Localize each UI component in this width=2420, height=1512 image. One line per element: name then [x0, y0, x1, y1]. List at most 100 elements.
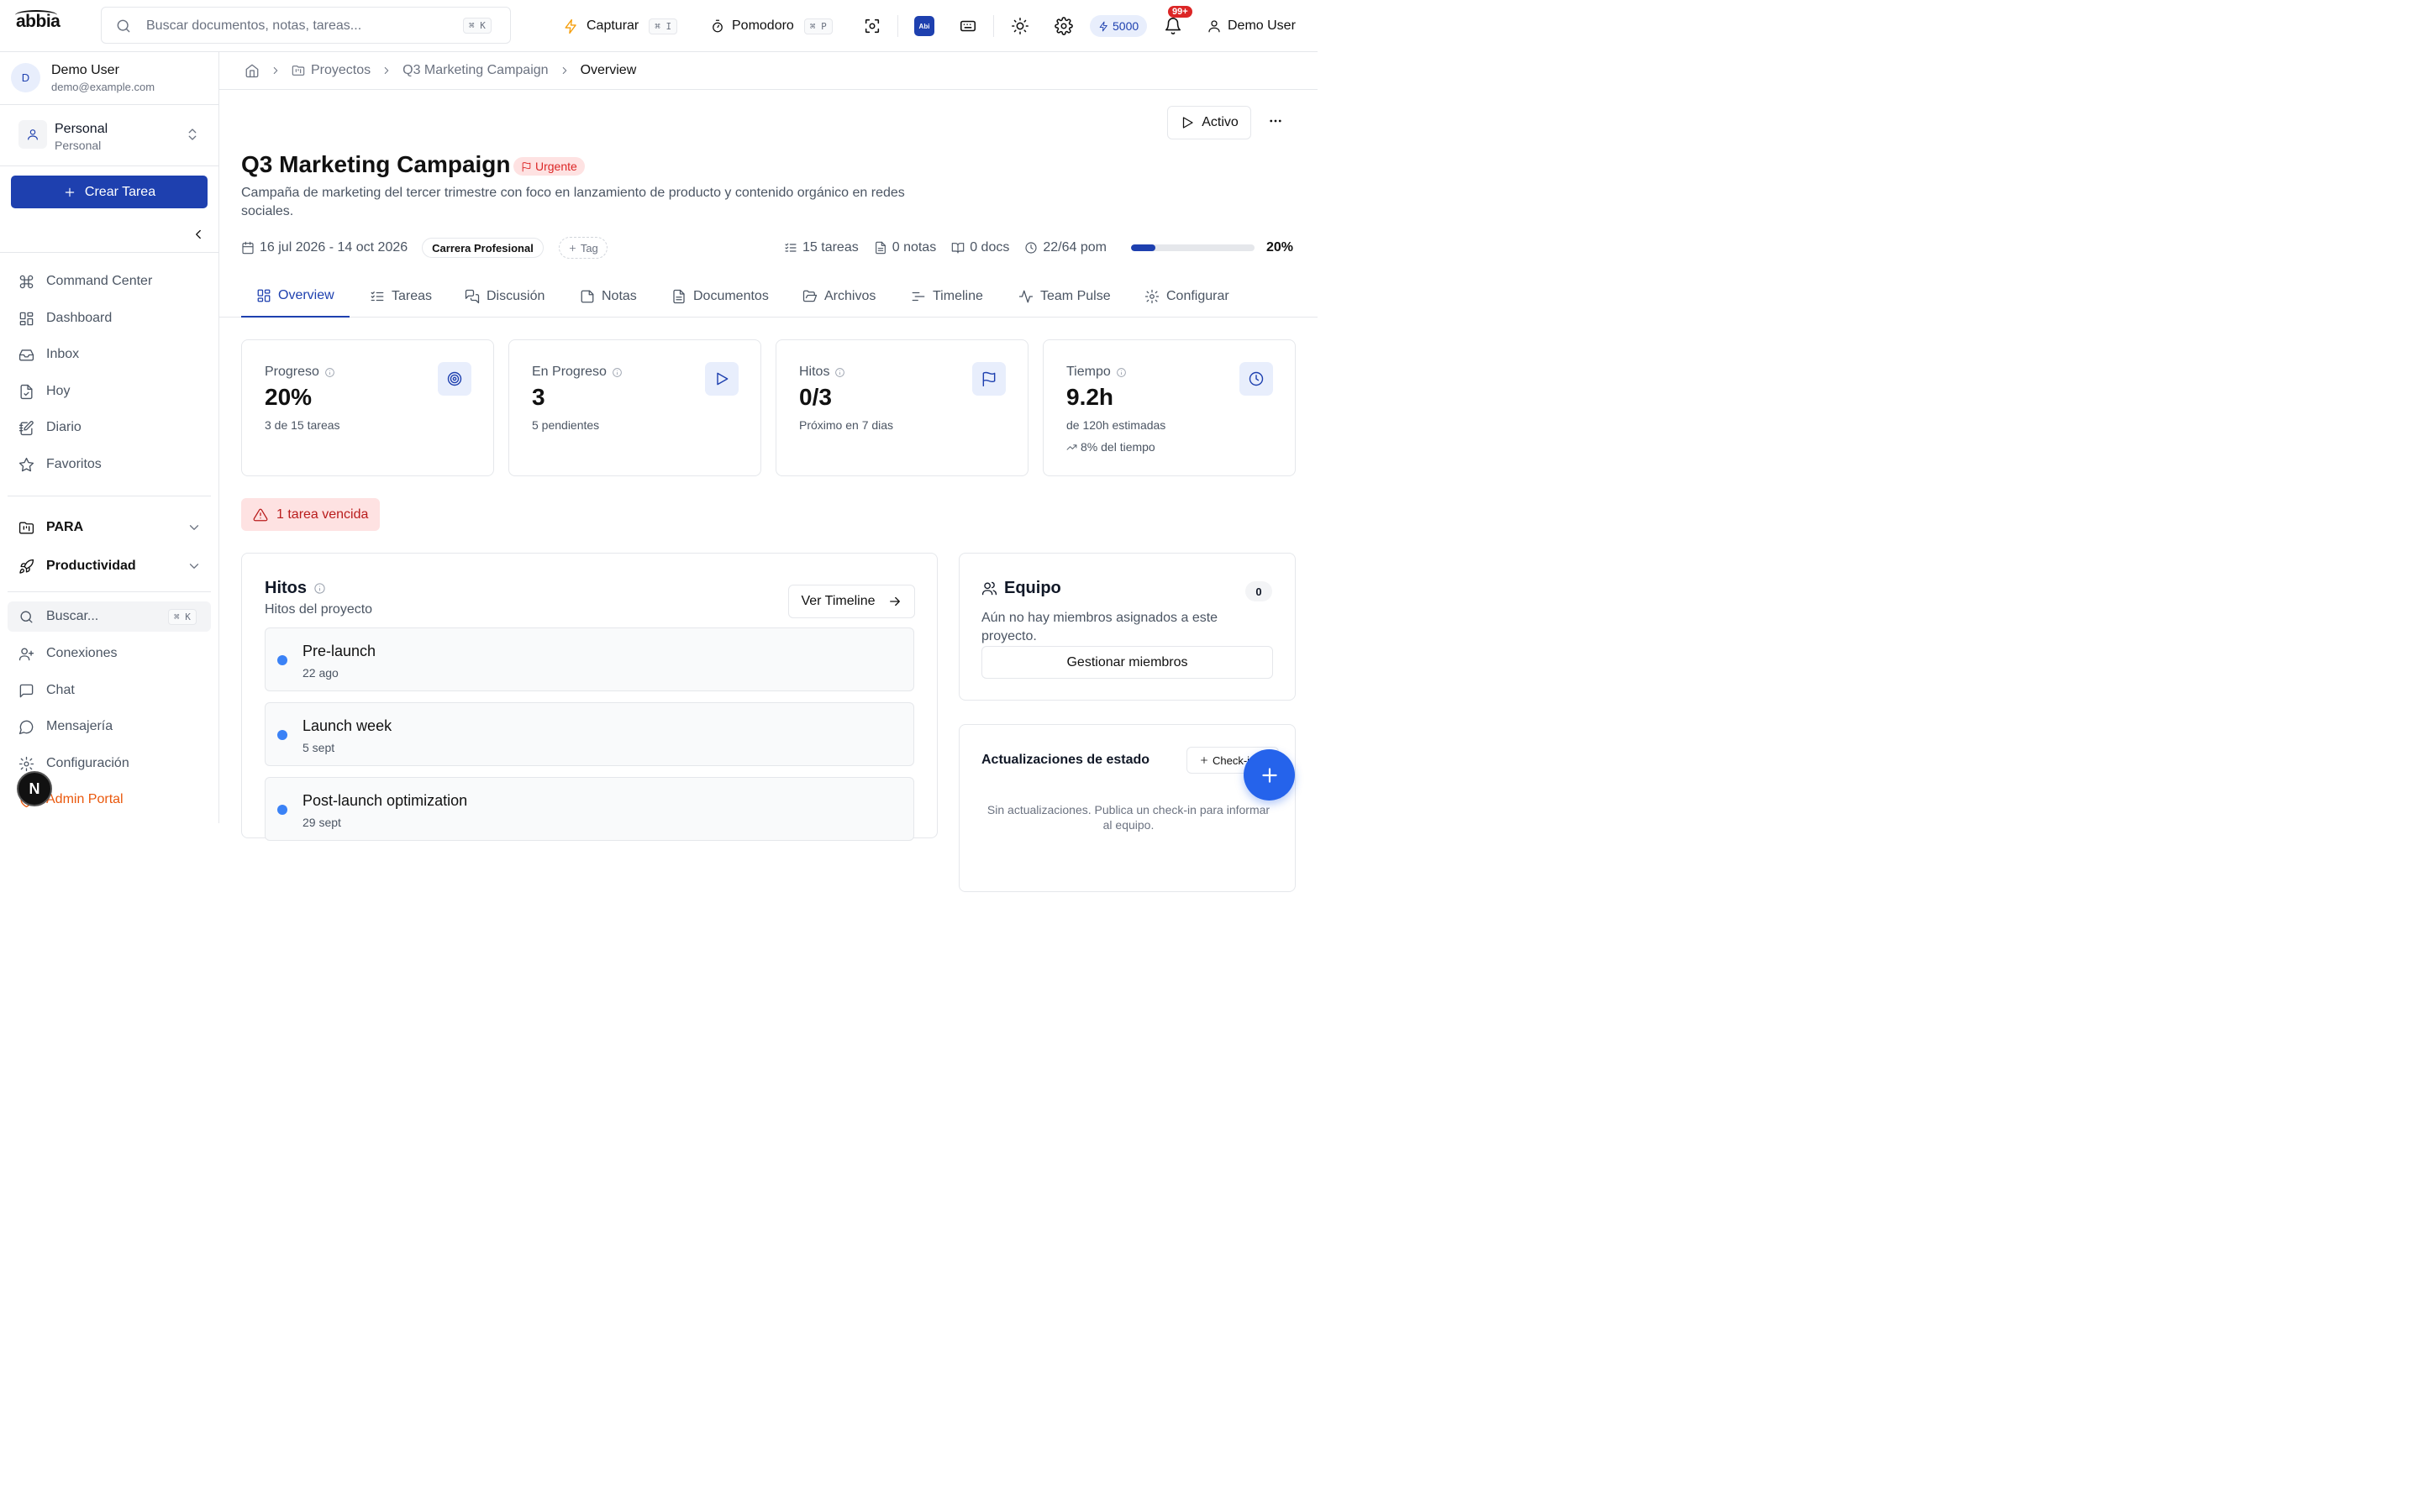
sidebar-item-mensajeria[interactable]: Mensajería [18, 717, 113, 737]
tab-label: Archivos [824, 288, 876, 303]
ai-assistant-badge[interactable]: Abi [914, 16, 934, 36]
plus-icon [1261, 767, 1277, 783]
project-meta: 16 jul 2026 - 14 oct 2026 Carrera Profes… [241, 237, 608, 259]
sidebar-item-conexiones[interactable]: Conexiones [18, 643, 118, 664]
flag-icon [522, 161, 531, 171]
notebook-pen-icon [18, 420, 34, 435]
tab-configurar[interactable]: Configurar [1144, 275, 1229, 318]
info-icon[interactable] [313, 582, 326, 595]
keyboard-icon[interactable] [959, 17, 977, 35]
global-search[interactable]: Buscar documentos, notas, tareas... ⌘ K [101, 7, 511, 44]
info-icon[interactable] [324, 367, 335, 378]
sidebar-group-label: Productividad [46, 559, 136, 573]
sidebar-group-para[interactable]: PARA [18, 517, 202, 538]
kpi-label-text: Hitos [799, 365, 830, 379]
kpi-icon-box [972, 362, 1006, 396]
kpi-label: En Progreso [532, 365, 623, 380]
tab-team-pulse[interactable]: Team Pulse [1018, 275, 1111, 318]
breadcrumb-projects[interactable]: Proyectos [292, 63, 371, 78]
info-icon[interactable] [612, 367, 623, 378]
kpi-label-text: En Progreso [532, 365, 607, 379]
sun-icon[interactable] [1011, 17, 1029, 35]
topbar-divider [897, 15, 898, 37]
plus-icon [569, 244, 576, 251]
sidebar-item-hoy[interactable]: Hoy [18, 381, 70, 402]
chevron-down-icon [189, 525, 199, 530]
tab-overview[interactable]: Overview [241, 275, 350, 318]
sidebar-user[interactable]: D Demo User demo@example.com [0, 52, 218, 105]
milestone-date: 29 sept [302, 816, 341, 829]
user-icon [28, 129, 38, 140]
user-menu[interactable]: Demo User [1207, 0, 1296, 52]
milestone-item[interactable]: Launch week 5 sept [265, 702, 914, 766]
sidebar-item-favoritos[interactable]: Favoritos [18, 454, 102, 475]
more-horizontal-icon[interactable] [1268, 113, 1283, 129]
dev-tools-bubble[interactable]: N [17, 771, 52, 806]
workspace-subtitle: Personal [55, 139, 102, 152]
sidebar-item-chat[interactable]: Chat [18, 680, 75, 701]
sidebar-item-inbox[interactable]: Inbox [18, 344, 79, 365]
floating-add-button[interactable] [1244, 749, 1295, 801]
sidebar-search[interactable]: Buscar... ⌘ K [8, 601, 211, 632]
alert-triangle-icon [253, 508, 268, 521]
tab-documentos[interactable]: Documentos [671, 275, 769, 318]
sidebar-item-label: Command Center [46, 274, 153, 288]
view-timeline-button[interactable]: Ver Timeline [788, 585, 915, 618]
sidebar-item-label: Favoritos [46, 457, 102, 471]
sidebar-group-productividad[interactable]: Productividad [18, 556, 202, 576]
manage-members-button[interactable]: Gestionar miembros [981, 646, 1273, 679]
stat-docs-label: 0 docs [970, 240, 1010, 255]
project-status-button[interactable]: Activo [1167, 106, 1251, 139]
sidebar-group-label: PARA [46, 520, 84, 534]
app-logo[interactable]: abbia [16, 12, 60, 32]
project-tag[interactable]: Carrera Profesional [422, 238, 544, 258]
capture-button[interactable]: Capturar ⌘ I [563, 0, 678, 52]
tab-timeline[interactable]: Timeline [911, 275, 983, 318]
sidebar-item-dashboard[interactable]: Dashboard [18, 308, 112, 328]
tab-notas[interactable]: Notas [580, 275, 637, 318]
tab-discusion[interactable]: Discusión [465, 275, 544, 318]
focus-scan-icon[interactable] [863, 17, 881, 35]
target-icon [447, 371, 462, 386]
sidebar-item-command-center[interactable]: Command Center [18, 271, 152, 291]
stat-pomodoros: 22/64 pom [1024, 240, 1107, 255]
breadcrumb-project[interactable]: Q3 Marketing Campaign [402, 63, 548, 78]
workspace-switcher[interactable]: Personal Personal [0, 105, 218, 166]
overdue-label: 1 tarea vencida [276, 507, 369, 522]
status-updates-title: Actualizaciones de estado [981, 753, 1150, 767]
home-icon[interactable] [245, 63, 260, 78]
calendar-icon [242, 241, 254, 255]
workspace-name: Personal [55, 122, 108, 136]
sidebar-item-diario[interactable]: Diario [18, 417, 82, 438]
create-task-button[interactable]: Crear Tarea [11, 176, 208, 208]
milestone-item[interactable]: Pre-launch 22 ago [265, 627, 914, 691]
add-tag-button[interactable]: Tag [558, 237, 608, 259]
kpi-icon-box [438, 362, 471, 396]
sidebar-item-label: Mensajería [46, 719, 113, 733]
chevron-down-icon [189, 564, 199, 569]
priority-badge[interactable]: Urgente [513, 157, 585, 176]
info-icon[interactable] [834, 367, 845, 378]
kpi-trend: 8% del tiempo [1066, 440, 1155, 454]
milestone-item[interactable]: Post-launch optimization 29 sept [265, 777, 914, 841]
tab-tareas[interactable]: Tareas [370, 275, 432, 318]
project-dates[interactable]: 16 jul 2026 - 14 oct 2026 [241, 240, 408, 255]
stat-notes-label: 0 notas [892, 240, 937, 255]
kpi-sub: 3 de 15 tareas [265, 418, 340, 432]
breadcrumb-projects-label: Proyectos [311, 63, 371, 77]
tab-archivos[interactable]: Archivos [802, 275, 876, 318]
kpi-label: Progreso [265, 365, 335, 380]
main-content: Proyectos Q3 Marketing Campaign Overview… [219, 52, 1318, 892]
overdue-alert[interactable]: 1 tarea vencida [241, 498, 381, 531]
credits-badge[interactable]: 5000 [1090, 15, 1148, 37]
gear-icon[interactable] [1055, 17, 1073, 35]
kpi-trend-label: 8% del tiempo [1081, 440, 1155, 454]
bell-icon[interactable] [1164, 17, 1182, 35]
grid-icon [257, 289, 271, 302]
info-icon[interactable] [1116, 367, 1127, 378]
tab-label: Documentos [693, 288, 769, 303]
play-icon [1183, 117, 1193, 129]
tab-label: Notas [602, 288, 637, 303]
pomodoro-button[interactable]: Pomodoro ⌘ P [710, 0, 833, 52]
chevron-left-icon[interactable] [191, 227, 206, 242]
